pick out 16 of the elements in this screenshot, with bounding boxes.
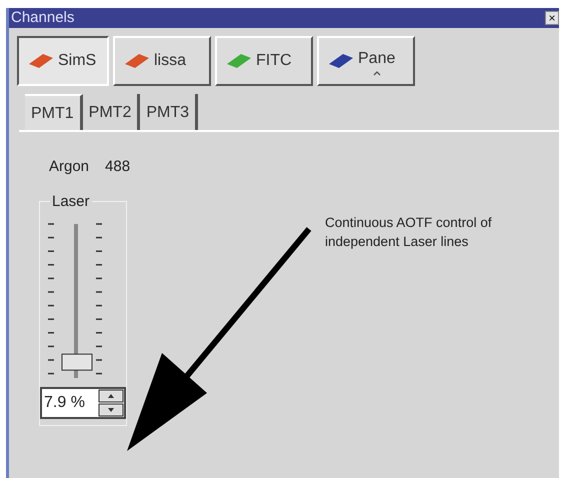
close-button[interactable]: × — [545, 11, 559, 25]
value-text: 7.9 % — [44, 392, 85, 412]
channel-button[interactable]: Pane — [317, 36, 415, 86]
tab[interactable]: PMT1 — [25, 94, 83, 130]
slider-thumb[interactable] — [62, 353, 92, 370]
value-spinbox[interactable]: 7.9 % — [40, 386, 126, 418]
window-title: Channels — [11, 8, 74, 28]
tab[interactable]: PMT2 — [82, 94, 140, 130]
channel-button[interactable]: lissa — [113, 36, 211, 86]
laser-name: Argon — [49, 157, 90, 177]
annotation-text: Continuous AOTF control of independent Laser lines — [325, 214, 493, 251]
channel-button[interactable]: FITC — [215, 36, 313, 86]
tab[interactable]: PMT3 — [140, 94, 198, 130]
channel-button[interactable]: SimS — [17, 36, 109, 86]
spin-arrows-icon[interactable] — [98, 388, 124, 416]
wavelength: 488 — [105, 157, 130, 177]
